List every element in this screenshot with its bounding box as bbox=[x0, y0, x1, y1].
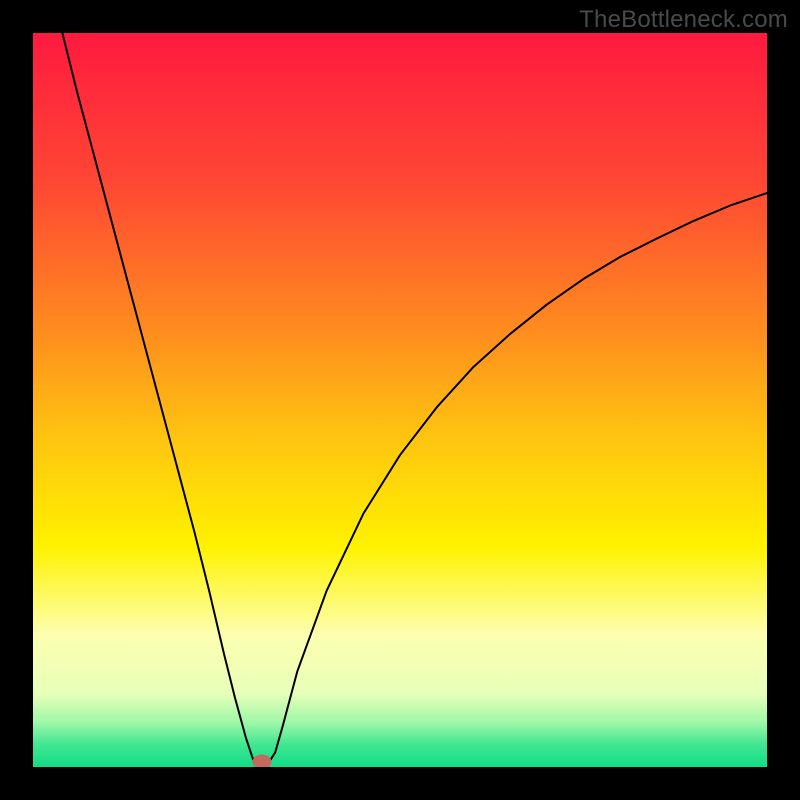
chart-background bbox=[33, 33, 767, 767]
chart-svg bbox=[33, 33, 767, 767]
chart-frame: TheBottleneck.com bbox=[0, 0, 800, 800]
watermark-text: TheBottleneck.com bbox=[579, 6, 788, 34]
plot-area bbox=[33, 33, 767, 767]
